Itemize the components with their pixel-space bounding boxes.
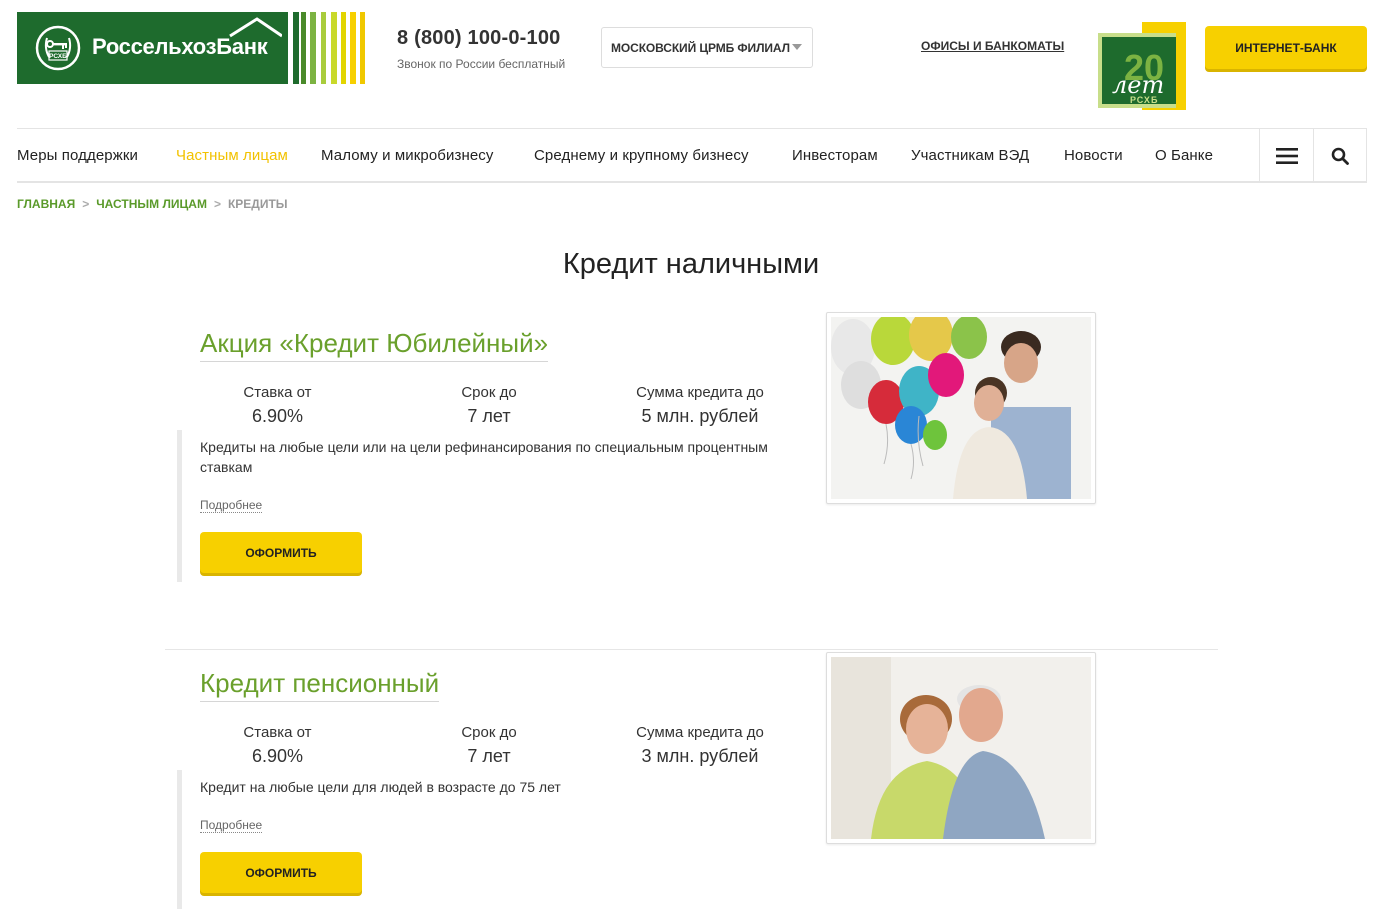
accent-bar <box>177 770 182 909</box>
product-image <box>826 312 1096 504</box>
more-link[interactable]: Подробнее <box>200 498 263 513</box>
breadcrumb-current: КРЕДИТЫ <box>227 197 288 211</box>
stat-label: Сумма кредита до <box>636 384 764 401</box>
region-select[interactable]: МОСКОВСКИЙ ЦРМБ ФИЛИАЛ <box>601 27 813 68</box>
main-nav: Меры поддержки Частным лицам Малому и ми… <box>17 128 1367 183</box>
anniversary-badge[interactable]: 20 лет РСХБ <box>1098 22 1186 110</box>
logo-plate: РСХБ РоссельхозБанк <box>17 12 288 84</box>
nav-item-ved[interactable]: Участникам ВЭД <box>911 147 1029 164</box>
bank-logo[interactable]: РСХБ РоссельхозБанк <box>17 12 369 84</box>
wheat-key-emblem-icon: РСХБ <box>35 25 81 71</box>
product-image <box>826 652 1096 844</box>
logo-text: РоссельхозБанк <box>92 34 268 59</box>
nav-item-news[interactable]: Новости <box>1064 147 1123 164</box>
stat-value: 6.90% <box>251 406 304 426</box>
nav-item-corporate[interactable]: Среднему и крупному бизнесу <box>534 147 749 164</box>
product-title[interactable]: Кредит пенсионный <box>200 668 440 702</box>
stat-term: Срок до 7 лет <box>454 724 524 767</box>
apply-button[interactable]: ОФОРМИТЬ <box>200 852 362 893</box>
stat-value: 6.90% <box>251 746 304 766</box>
stat-label: Ставка от <box>243 384 312 401</box>
more-link[interactable]: Подробнее <box>200 818 263 833</box>
logo-abbr: РСХБ <box>49 53 67 60</box>
apply-button[interactable]: ОФОРМИТЬ <box>200 532 362 573</box>
nav-item-support[interactable]: Меры поддержки <box>17 147 138 164</box>
search-button[interactable] <box>1313 129 1367 182</box>
nav-item-small-business[interactable]: Малому и микробизнесу <box>321 147 493 164</box>
couple-balloons-photo <box>831 317 1091 499</box>
stat-label: Срок до <box>461 384 517 401</box>
stat-label: Сумма кредита до <box>636 724 764 741</box>
accent-bar <box>177 430 182 582</box>
product-description: Кредит на любые цели для людей в возраст… <box>200 779 561 795</box>
internet-bank-button[interactable]: ИНТЕРНЕТ-БАНК <box>1205 26 1367 69</box>
menu-button[interactable] <box>1259 129 1313 182</box>
nav-item-about[interactable]: О Банке <box>1155 147 1213 164</box>
badge-abbr: РСХБ <box>1130 95 1159 105</box>
stat-amount: Сумма кредита до 3 млн. рублей <box>630 724 770 767</box>
stat-value: 3 млн. рублей <box>641 746 759 766</box>
stat-value: 5 млн. рублей <box>641 406 759 426</box>
phone-number[interactable]: 8 (800) 100-0-100 <box>397 27 565 50</box>
breadcrumb-separator: > <box>82 197 90 211</box>
stat-label: Срок до <box>461 724 517 741</box>
stat-term: Срок до 7 лет <box>454 384 524 427</box>
breadcrumb-individuals[interactable]: ЧАСТНЫМ ЛИЦАМ <box>96 197 207 211</box>
search-icon <box>1331 147 1349 165</box>
chevron-down-icon <box>792 44 802 50</box>
phone-note: Звонок по России бесплатный <box>397 57 566 71</box>
page-title: Кредит наличными <box>562 248 820 280</box>
offices-atms-link[interactable]: ОФИСЫ И БАНКОМАТЫ <box>921 39 1064 53</box>
product-title[interactable]: Акция «Кредит Юбилейный» <box>200 328 549 362</box>
breadcrumb-separator: > <box>213 197 221 211</box>
stat-value: 7 лет <box>467 746 511 766</box>
nav-item-investors[interactable]: Инвесторам <box>792 147 878 164</box>
section-divider <box>165 649 1218 650</box>
breadcrumb: ГЛАВНАЯ > ЧАСТНЫМ ЛИЦАМ > КРЕДИТЫ <box>17 197 288 211</box>
breadcrumb-home[interactable]: ГЛАВНАЯ <box>17 197 75 211</box>
stat-amount: Сумма кредита до 5 млн. рублей <box>630 384 770 427</box>
region-select-value: МОСКОВСКИЙ ЦРМБ ФИЛИАЛ <box>611 40 790 55</box>
senior-couple-photo <box>831 657 1091 839</box>
stat-value: 7 лет <box>467 406 511 426</box>
logo-stripes <box>288 12 369 84</box>
stat-rate: Ставка от 6.90% <box>240 724 315 767</box>
stat-rate: Ставка от 6.90% <box>240 384 315 427</box>
product-description: Кредиты на любые цели или на цели рефина… <box>200 439 768 475</box>
nav-item-individuals[interactable]: Частным лицам <box>176 147 288 164</box>
stat-label: Ставка от <box>243 724 312 741</box>
badge-green-block: 20 лет РСХБ <box>1098 33 1176 108</box>
hamburger-icon <box>1275 147 1298 164</box>
hotline: 8 (800) 100-0-100 Звонок по России беспл… <box>397 27 565 71</box>
